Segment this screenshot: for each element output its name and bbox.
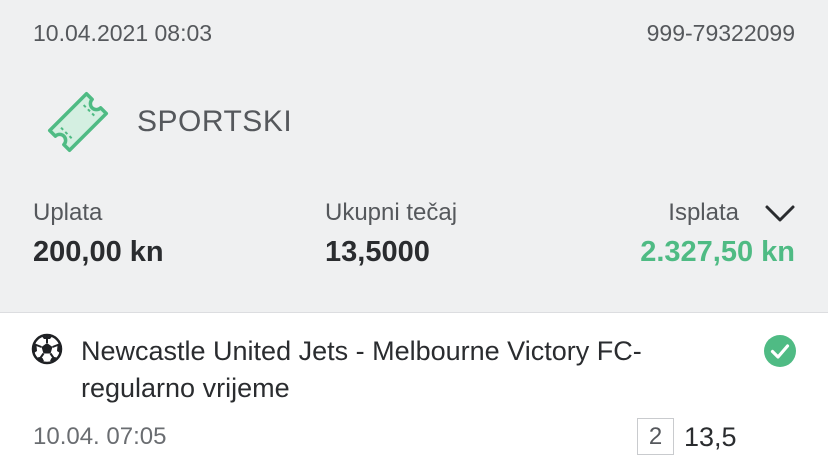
chevron-down-icon[interactable] xyxy=(764,201,796,225)
section-divider xyxy=(0,312,828,313)
total-odds-value: 13,5000 xyxy=(325,236,430,268)
payout-label: Isplata xyxy=(668,199,739,226)
stake-value: 200,00 kn xyxy=(33,236,164,268)
ticket-date: 10.04.2021 08:03 xyxy=(33,20,213,46)
stake-label: Uplata xyxy=(33,199,103,226)
ticket-icon xyxy=(47,91,109,153)
total-odds-label: Ukupni tečaj xyxy=(325,199,458,226)
ticket-id: 999-79322099 xyxy=(646,20,795,46)
event-name: Newcastle United Jets - Melbourne Victor… xyxy=(81,336,642,403)
ticket-type-label: SPORTSKI xyxy=(137,105,293,138)
event-time: 10.04. 07:05 xyxy=(33,423,167,450)
selection-odds: 13,5 xyxy=(684,422,737,452)
pick-badge: 2 xyxy=(637,418,674,455)
soccer-ball-icon xyxy=(31,333,63,365)
payout-value: 2.327,50 kn xyxy=(640,236,795,268)
check-circle-icon xyxy=(764,335,796,367)
